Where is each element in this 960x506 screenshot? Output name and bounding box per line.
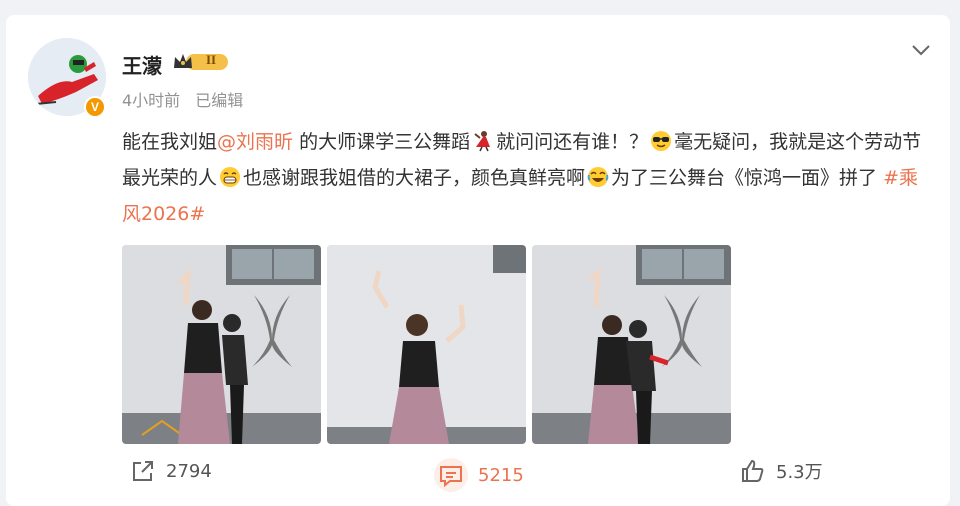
post-content: 能在我刘姐@刘雨昕 的大师课学三公舞蹈 就问问还有谁！？ 毫无疑问，我就是这个劳动节…: [122, 124, 922, 232]
post-photo-1[interactable]: [122, 245, 321, 444]
post-text-segment: 的大师课学三公舞蹈: [293, 131, 471, 153]
post-text-segment: 能在我刘姐: [122, 131, 218, 153]
post-meta: 4小时前 已编辑: [122, 87, 253, 111]
grin-emoji-icon: [220, 167, 241, 187]
post-photo-2[interactable]: [327, 245, 526, 444]
comment-icon: [434, 458, 468, 492]
crown-icon: [174, 54, 228, 70]
laugh-cry-emoji-icon: [587, 167, 609, 187]
post-text-segment: 就问问还有谁！？: [496, 131, 649, 153]
sunglasses-emoji-icon: [651, 131, 672, 151]
action-bar: 2794 5215 5.3万: [0, 448, 944, 498]
repost-count: 2794: [166, 460, 212, 482]
post-photo-3[interactable]: [532, 245, 731, 444]
level-badge: II: [172, 51, 230, 73]
like-icon: [742, 459, 764, 482]
verified-badge: V: [84, 96, 106, 118]
repost-button[interactable]: 2794: [130, 458, 212, 484]
edited-label[interactable]: 已编辑: [195, 91, 243, 110]
like-button[interactable]: 5.3万: [740, 458, 823, 484]
like-count: 5.3万: [776, 462, 823, 483]
post-text-segment: 为了三公舞台《惊鸿一面》拼了: [611, 167, 884, 189]
repost-icon: [133, 461, 153, 481]
username[interactable]: 王濛: [122, 50, 162, 79]
comment-button[interactable]: 5215: [434, 458, 524, 492]
level-text: II: [206, 52, 217, 67]
mention-link[interactable]: @刘雨昕: [217, 131, 293, 153]
post-time[interactable]: 4小时前: [122, 91, 180, 110]
comment-count: 5215: [478, 464, 524, 486]
chevron-down-icon[interactable]: [908, 40, 934, 60]
dancer-emoji-icon: [474, 131, 491, 152]
post-text-segment: 也感谢跟我姐借的大裙子，颜色真鲜亮啊: [243, 167, 586, 189]
